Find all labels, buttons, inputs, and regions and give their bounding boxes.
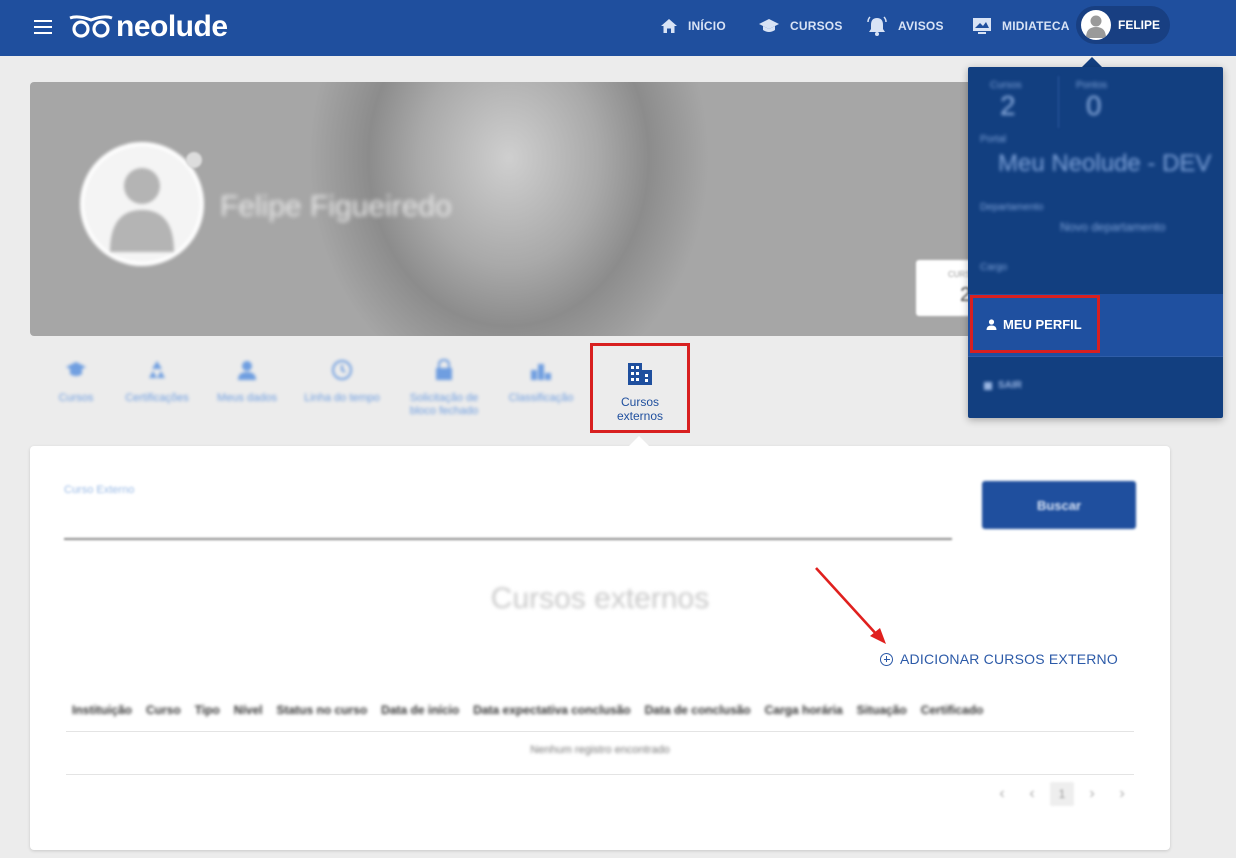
media-library-icon	[973, 18, 991, 34]
nav-cursos[interactable]: CURSOS	[758, 14, 843, 38]
tab-certificacoes[interactable]: Certificações	[112, 358, 202, 405]
logout-icon	[984, 381, 992, 390]
stats-divider	[1058, 76, 1059, 128]
tab-meus-dados[interactable]: Meus dados	[202, 358, 292, 405]
owl-logo-icon	[69, 15, 113, 38]
last-page-icon[interactable]: ›	[1110, 782, 1134, 806]
next-page-icon[interactable]: ›	[1080, 782, 1104, 806]
add-external-course-label: ADICIONAR CURSOS EXTERNO	[900, 651, 1118, 667]
nav-inicio-label: INÍCIO	[688, 19, 726, 33]
col-carga-horaria[interactable]: Carga horária	[765, 703, 843, 719]
prev-page-icon[interactable]: ‹	[1020, 782, 1044, 806]
dd-pontos-value: 0	[1086, 90, 1102, 121]
stat-card: CURS 2	[916, 260, 976, 316]
sair-button[interactable]: SAIR	[984, 380, 1022, 391]
col-data-inicio[interactable]: Data de início	[381, 703, 459, 719]
dd-department-value: Novo departamento	[1060, 220, 1166, 234]
person-icon	[986, 318, 997, 330]
meu-perfil-button[interactable]: MEU PERFIL	[970, 295, 1100, 353]
empty-table-message: Nenhum registro encontrado	[530, 744, 670, 756]
nav-inicio[interactable]: INÍCIO	[660, 14, 726, 38]
col-tipo[interactable]: Tipo	[195, 703, 220, 719]
nav-midiateca-label: MIDIATECA	[1002, 19, 1070, 33]
col-data-expectativa[interactable]: Data expectativa conclusão	[473, 703, 630, 719]
dd-department-label: Departamento	[980, 202, 1044, 213]
meu-perfil-label: MEU PERFIL	[1003, 316, 1082, 332]
table-divider	[66, 774, 1134, 775]
tab-classificacao-label: Classificação	[508, 392, 574, 404]
graduation-cap-icon	[759, 19, 779, 32]
col-data-conclusao[interactable]: Data de conclusão	[645, 703, 751, 719]
tab-solicitacao-bloco-fechado[interactable]: Solicitação de bloco fechado	[399, 358, 489, 418]
dd-cursos-value: 2	[1000, 90, 1016, 121]
tab-linha-do-tempo-label: Linha do tempo	[304, 392, 380, 404]
col-situacao[interactable]: Situação	[857, 703, 907, 719]
home-icon	[661, 19, 677, 33]
profile-name: Felipe Figueiredo	[220, 190, 452, 223]
default-avatar-icon	[1086, 15, 1106, 38]
curso-externo-label: Curso Externo	[64, 484, 135, 496]
tab-cursos[interactable]: Cursos	[31, 358, 121, 405]
user-menu-button[interactable]: FELIPE	[1076, 6, 1170, 44]
tab-cursos-externos[interactable]: Cursos externos	[590, 343, 690, 433]
first-page-icon[interactable]: ‹	[990, 782, 1014, 806]
nav-cursos-label: CURSOS	[790, 19, 843, 33]
recycle-icon	[149, 361, 165, 378]
pagination: ‹ ‹ 1 › ›	[990, 782, 1140, 806]
section-title: Cursos externos	[490, 582, 710, 615]
nav-midiateca[interactable]: MIDIATECA	[972, 14, 1070, 38]
tab-cursos-externos-label: Cursos externos	[616, 395, 664, 423]
tab-cursos-label: Cursos	[58, 392, 94, 404]
graduation-cap-icon	[66, 362, 86, 376]
podium-icon	[531, 364, 551, 380]
table-header: Instituição Curso Tipo Nível Status no c…	[72, 703, 997, 719]
col-nivel[interactable]: Nível	[234, 703, 263, 719]
neolude-logo[interactable]: neolude	[68, 10, 228, 44]
nav-avisos-label: AVISOS	[898, 19, 944, 33]
building-icon	[628, 363, 652, 385]
bell-icon	[867, 16, 887, 36]
tab-solicitacao-label: Solicitação de bloco fechado	[409, 392, 479, 417]
red-arrow-annotation	[815, 567, 886, 644]
edit-avatar-icon[interactable]	[186, 152, 202, 168]
col-certificado[interactable]: Certificado	[921, 703, 984, 719]
buscar-button[interactable]: Buscar	[982, 481, 1136, 529]
add-circle-icon	[880, 652, 893, 666]
add-external-course-link[interactable]: ADICIONAR CURSOS EXTERNO	[880, 651, 1118, 667]
table-divider	[66, 731, 1134, 732]
dropdown-divider	[968, 356, 1223, 357]
clock-icon	[332, 360, 352, 380]
dd-portal-label: Portal	[980, 134, 1007, 145]
tab-linha-do-tempo[interactable]: Linha do tempo	[297, 358, 387, 405]
lock-icon	[436, 358, 452, 380]
tab-certificacoes-label: Certificações	[125, 392, 189, 404]
dd-cargo-label: Cargo	[980, 262, 1008, 273]
nav-avisos[interactable]: AVISOS	[866, 14, 944, 38]
col-status[interactable]: Status no curso	[276, 703, 367, 719]
menu-icon[interactable]	[34, 20, 52, 34]
user-name: FELIPE	[1118, 18, 1161, 32]
curso-externo-input[interactable]	[64, 538, 952, 540]
person-icon	[238, 361, 256, 380]
col-instituicao[interactable]: Instituição	[72, 703, 132, 719]
current-page[interactable]: 1	[1050, 782, 1074, 806]
tab-classificacao[interactable]: Classificação	[496, 358, 586, 405]
user-avatar	[1081, 10, 1111, 40]
tab-meus-dados-label: Meus dados	[217, 392, 277, 404]
top-navigation-bar: neolude INÍCIO CURSOS AVISOS MIDIATECA F…	[0, 0, 1236, 56]
sair-label: SAIR	[998, 380, 1022, 391]
logo-text: neolude	[116, 10, 228, 43]
active-tab-notch	[628, 436, 650, 447]
dd-portal-value: Meu Neolude - DEV	[998, 150, 1212, 177]
default-avatar-icon	[110, 168, 174, 252]
col-curso[interactable]: Curso	[146, 703, 181, 719]
